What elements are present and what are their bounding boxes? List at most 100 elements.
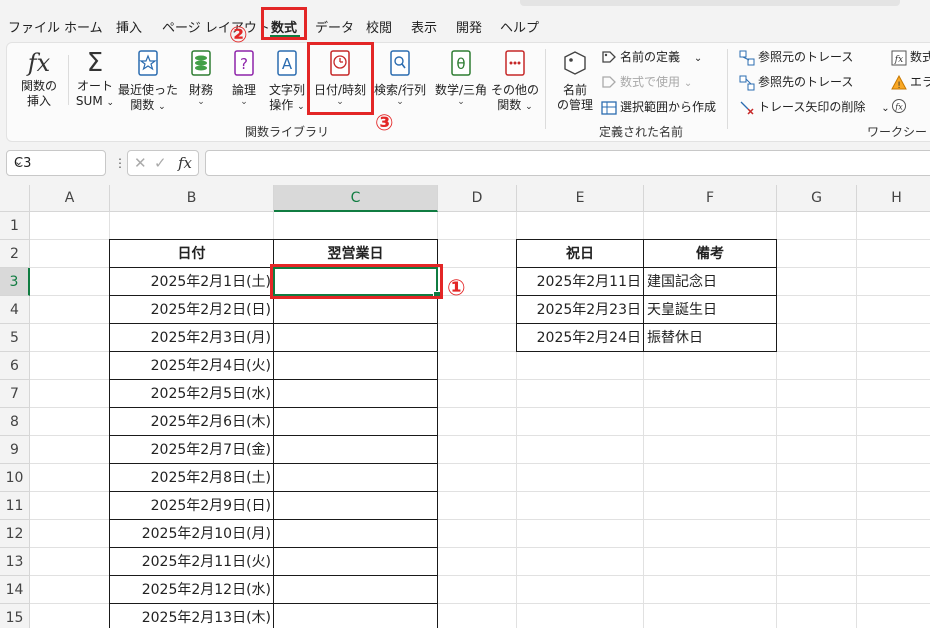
row-header-5[interactable]: 5 — [0, 324, 30, 352]
logical-button[interactable]: ? 論理 ⌄ — [226, 49, 262, 107]
row-header-11[interactable]: 11 — [0, 492, 30, 520]
table-cell-next-business-day[interactable] — [273, 603, 438, 628]
tab-view[interactable]: 表示 — [411, 17, 437, 36]
table-cell-next-business-day[interactable] — [273, 463, 438, 492]
table-cell-date[interactable]: 2025年2月10日(月) — [109, 519, 274, 548]
more-functions-button[interactable]: その他の 関数 ⌄ — [491, 49, 539, 115]
trace-precedents-icon — [739, 50, 755, 65]
column-header-c[interactable]: C — [274, 185, 438, 212]
row-header-13[interactable]: 13 — [0, 548, 30, 576]
table-cell-date[interactable]: 2025年2月9日(日) — [109, 491, 274, 520]
name-box[interactable]: C3 ⌄ — [6, 150, 106, 176]
row-header-14[interactable]: 14 — [0, 576, 30, 604]
more-options-icon[interactable]: ⋮ — [114, 156, 126, 170]
table-cell-date[interactable]: 2025年2月12日(水) — [109, 575, 274, 604]
table-cell-date[interactable]: 2025年2月6日(木) — [109, 407, 274, 436]
financial-button[interactable]: 財務 ⌄ — [183, 49, 219, 107]
chevron-down-icon[interactable]: ⌄ — [14, 155, 101, 168]
trace-precedents-button[interactable]: 参照元のトレース — [739, 48, 853, 66]
table-header-date[interactable]: 日付 — [109, 239, 274, 268]
table-cell-date[interactable]: 2025年2月1日(土) — [109, 267, 274, 296]
table-cell-next-business-day[interactable] — [273, 547, 438, 576]
holiday-table-cell-note[interactable]: 建国記念日 — [643, 267, 777, 296]
text-button[interactable]: A 文字列 操作 ⌄ — [265, 49, 309, 115]
table-cell-next-business-day[interactable] — [273, 407, 438, 436]
holiday-table-cell-date[interactable]: 2025年2月24日 — [516, 323, 644, 352]
table-cell-date[interactable]: 2025年2月5日(水) — [109, 379, 274, 408]
create-from-selection-button[interactable]: 選択範囲から作成 — [601, 98, 716, 116]
math-trig-button[interactable]: θ 数学/三角 ⌄ — [431, 49, 491, 107]
row-header-7[interactable]: 7 — [0, 380, 30, 408]
holiday-table-cell-date[interactable]: 2025年2月11日 — [516, 267, 644, 296]
column-header-b[interactable]: B — [110, 185, 274, 212]
tab-insert[interactable]: 挿入 — [116, 17, 142, 36]
worksheet-grid[interactable]: A B C D E F G H 1 2 3 4 5 6 7 8 9 10 11 12 13 14 15 日付 翌営業日 2025年… — [0, 185, 930, 628]
insert-function-button[interactable]: fx 関数の 挿入 — [13, 49, 65, 109]
table-cell-next-business-day[interactable] — [273, 519, 438, 548]
holiday-table-cell-date[interactable]: 2025年2月23日 — [516, 295, 644, 324]
trace-dependents-button[interactable]: 参照先のトレース — [739, 73, 853, 91]
insert-function-icon[interactable]: fx — [178, 154, 192, 172]
annotation-box-date-time — [307, 42, 374, 115]
tab-review[interactable]: 校閲 — [366, 17, 392, 36]
tab-data[interactable]: データ — [315, 17, 354, 36]
table-cell-date[interactable]: 2025年2月8日(土) — [109, 463, 274, 492]
column-header-a[interactable]: A — [30, 185, 110, 212]
column-header-d[interactable]: D — [438, 185, 517, 212]
remove-arrows-button[interactable]: トレース矢印の削除 ⌄ — [739, 98, 890, 116]
tab-help[interactable]: ヘルプ — [500, 17, 539, 36]
table-cell-next-business-day[interactable] — [273, 379, 438, 408]
table-cell-date[interactable]: 2025年2月3日(月) — [109, 323, 274, 352]
holiday-table-cell-note[interactable]: 振替休日 — [643, 323, 777, 352]
row-header-6[interactable]: 6 — [0, 352, 30, 380]
tab-page-layout[interactable]: ページ レイアウト — [162, 17, 270, 36]
column-header-g[interactable]: G — [777, 185, 857, 212]
holiday-table-header-date[interactable]: 祝日 — [516, 239, 644, 268]
table-cell-next-business-day[interactable] — [273, 575, 438, 604]
table-cell-date[interactable]: 2025年2月11日(火) — [109, 547, 274, 576]
table-cell-next-business-day[interactable] — [273, 351, 438, 380]
lookup-reference-button[interactable]: 検索/行列 ⌄ — [371, 49, 429, 107]
error-checking-button[interactable]: ! エラ — [891, 73, 930, 91]
holiday-table-cell-note[interactable]: 天皇誕生日 — [643, 295, 777, 324]
column-header-e[interactable]: E — [517, 185, 644, 212]
use-in-formula-button[interactable]: 数式で使用 ⌄ — [601, 73, 692, 91]
row-header-8[interactable]: 8 — [0, 408, 30, 436]
row-header-3[interactable]: 3 — [0, 268, 30, 296]
table-cell-next-business-day[interactable] — [273, 435, 438, 464]
holiday-table-header-note[interactable]: 備考 — [643, 239, 777, 268]
annotation-step-3: ③ — [375, 111, 394, 136]
cancel-icon[interactable]: ✕ — [134, 154, 147, 172]
column-header-h[interactable]: H — [857, 185, 930, 212]
row-header-15[interactable]: 15 — [0, 604, 30, 628]
formula-input[interactable] — [205, 150, 930, 176]
row-header-12[interactable]: 12 — [0, 520, 30, 548]
table-cell-date[interactable]: 2025年2月2日(日) — [109, 295, 274, 324]
row-header-2[interactable]: 2 — [0, 240, 30, 268]
table-cell-date[interactable]: 2025年2月4日(火) — [109, 351, 274, 380]
select-all-corner[interactable] — [0, 185, 30, 212]
math-trig-label: 数学/三角 — [434, 83, 488, 97]
table-cell-next-business-day[interactable] — [273, 491, 438, 520]
show-formulas-button[interactable]: fx 数式 — [891, 48, 930, 66]
enter-check-icon[interactable]: ✓ — [154, 154, 167, 172]
tab-home[interactable]: ホーム — [64, 17, 103, 36]
name-manager-button[interactable]: 名前 の管理 — [553, 49, 597, 113]
column-header-f[interactable]: F — [644, 185, 777, 212]
table-cell-next-business-day[interactable] — [273, 295, 438, 324]
row-header-10[interactable]: 10 — [0, 464, 30, 492]
annotation-box-cell-c3 — [270, 264, 443, 299]
table-cell-date[interactable]: 2025年2月7日(金) — [109, 435, 274, 464]
row-header-1[interactable]: 1 — [0, 212, 30, 240]
autosum-button[interactable]: Σ オート SUM ⌄ — [71, 49, 119, 111]
recently-used-button[interactable]: 最近使った 関数 ⌄ — [117, 49, 179, 115]
table-cell-date[interactable]: 2025年2月13日(木) — [109, 603, 274, 628]
table-cell-next-business-day[interactable] — [273, 323, 438, 352]
tab-file[interactable]: ファイル — [8, 17, 60, 36]
tab-developer[interactable]: 開発 — [456, 17, 482, 36]
row-header-9[interactable]: 9 — [0, 436, 30, 464]
define-name-button[interactable]: 名前の定義 ⌄ — [601, 48, 702, 66]
more-functions-label-1: その他の — [491, 83, 540, 97]
row-header-4[interactable]: 4 — [0, 296, 30, 324]
evaluate-formula-button[interactable]: fx — [891, 98, 910, 114]
